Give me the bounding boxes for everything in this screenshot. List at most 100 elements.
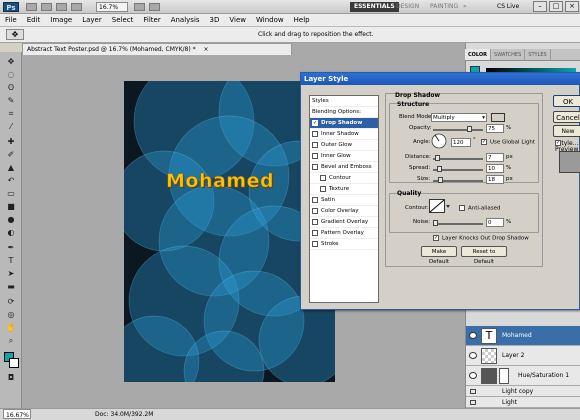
view-extras-icon[interactable] (56, 3, 67, 11)
eraser-tool-icon[interactable]: ▭ (4, 188, 18, 199)
gradient-tool-icon[interactable]: ■ (4, 201, 18, 212)
checkbox-unchecked-icon[interactable] (312, 218, 318, 225)
checkbox-unchecked-icon[interactable] (320, 185, 326, 192)
cancel-button[interactable]: Cancel (553, 111, 580, 123)
opacity-slider[interactable] (433, 129, 483, 131)
hand-tool-icon[interactable] (71, 3, 82, 11)
effect-contour[interactable]: Contour (310, 173, 378, 184)
layer-row-mohamed[interactable]: T Mohamed (466, 326, 580, 346)
effect-inner-glow[interactable]: Inner Glow (310, 151, 378, 162)
dodge-tool-icon[interactable]: ◐ (4, 227, 18, 238)
checkbox-unchecked-icon[interactable] (312, 196, 318, 203)
healing-brush-tool-icon[interactable]: ✚ (4, 136, 18, 147)
mini-bridge-icon[interactable] (41, 3, 52, 11)
effect-drop-shadow[interactable]: ✓ Drop Shadow (310, 118, 378, 129)
visibility-eye-icon[interactable] (469, 372, 477, 379)
layer-row-layer-2[interactable]: Layer 2 (466, 346, 580, 366)
history-brush-tool-icon[interactable]: ↶ (4, 175, 18, 186)
arrange-documents-icon[interactable] (134, 3, 145, 11)
menu-image[interactable]: Image (45, 14, 77, 26)
workspace-more[interactable]: » (459, 2, 471, 12)
shadow-color-swatch[interactable] (491, 113, 505, 122)
menu-layer[interactable]: Layer (77, 14, 107, 26)
angle-dial[interactable] (431, 133, 447, 149)
3d-rotate-tool-icon[interactable]: ⟳ (4, 296, 18, 307)
document-tab[interactable]: Abstract Text Poster.psd @ 16.7% (Mohame… (22, 43, 292, 55)
crop-tool-icon[interactable]: ⌗ (4, 108, 18, 119)
opacity-field[interactable]: 75 (486, 124, 504, 133)
quick-mask-icon[interactable]: ◘ (4, 372, 18, 383)
checkbox-unchecked-icon[interactable] (312, 152, 318, 159)
visibility-eye-icon[interactable] (469, 352, 477, 359)
effect-satin[interactable]: Satin (310, 195, 378, 206)
opacity-slider-knob[interactable] (466, 126, 472, 132)
effect-color-overlay[interactable]: Color Overlay (310, 206, 378, 217)
eyedropper-tool-icon[interactable]: ⁄ (4, 121, 18, 132)
noise-slider[interactable] (433, 223, 483, 225)
ok-button[interactable]: OK (553, 95, 580, 107)
menu-analysis[interactable]: Analysis (166, 14, 205, 26)
menu-3d[interactable]: 3D (205, 14, 225, 26)
effect-pattern-overlay[interactable]: Pattern Overlay (310, 228, 378, 239)
make-default-button[interactable]: Make Default (421, 246, 457, 265)
menu-help[interactable]: Help (289, 14, 315, 26)
blending-options-item[interactable]: Blending Options: Default (310, 107, 378, 126)
new-style-button[interactable]: New Style... (553, 125, 580, 147)
noise-slider-knob[interactable] (433, 220, 438, 226)
spread-slider-knob[interactable] (437, 166, 442, 172)
reset-to-default-button[interactable]: Reset to Default (461, 246, 507, 265)
tab-styles[interactable]: STYLES (525, 49, 551, 60)
contour-picker[interactable] (429, 199, 451, 213)
type-tool-icon[interactable]: T (4, 255, 18, 266)
menu-filter[interactable]: Filter (138, 14, 165, 26)
checkbox-unchecked-icon[interactable] (312, 229, 318, 236)
checkbox-unchecked-icon[interactable] (459, 205, 465, 211)
visibility-eye-icon[interactable] (469, 332, 477, 339)
checkbox-unchecked-icon[interactable] (312, 207, 318, 214)
knocks-out-checkbox[interactable]: ✓ Layer Knocks Out Drop Shadow (433, 235, 529, 242)
quick-select-tool-icon[interactable]: ✎ (4, 95, 18, 106)
effect-bevel-and-emboss[interactable]: Bevel and Emboss (310, 162, 378, 173)
checkbox-unchecked-icon[interactable] (312, 141, 318, 148)
background-color-swatch[interactable] (9, 358, 19, 368)
zoom-level-select[interactable]: 16.7% (96, 2, 128, 12)
use-global-light-checkbox[interactable]: ✓ Use Global Light (481, 139, 535, 146)
menu-edit[interactable]: Edit (22, 14, 46, 26)
menu-select[interactable]: Select (107, 14, 139, 26)
distance-field[interactable]: 7 (486, 153, 504, 162)
workspace-design[interactable]: DESIGN (392, 2, 423, 12)
spread-field[interactable]: 10 (486, 164, 504, 173)
size-field[interactable]: 18 (486, 175, 504, 184)
checkbox-checked-icon[interactable]: ✓ (312, 119, 318, 126)
pen-tool-icon[interactable]: ✒ (4, 242, 18, 253)
anti-aliased-checkbox[interactable]: Anti-aliased (459, 205, 500, 212)
noise-field[interactable]: 0 (486, 218, 504, 227)
menu-file[interactable]: File (0, 14, 22, 26)
hand-tool-icon-2[interactable]: ✋ (4, 322, 18, 333)
maximize-icon[interactable]: □ (549, 1, 563, 12)
clone-stamp-tool-icon[interactable]: ▲ (4, 162, 18, 173)
blend-mode-select[interactable]: Multiply ▾ (431, 113, 487, 122)
layer-row-light-copy[interactable]: Light copy (466, 386, 580, 397)
path-selection-tool-icon[interactable]: ➤ (4, 268, 18, 279)
brush-tool-icon[interactable]: ✐ (4, 149, 18, 160)
size-slider-knob[interactable] (438, 177, 443, 183)
effect-outer-glow[interactable]: Outer Glow (310, 140, 378, 151)
checkbox-unchecked-icon[interactable] (312, 240, 318, 247)
minimize-icon[interactable]: – (533, 1, 547, 12)
move-tool-icon[interactable]: ✥ (4, 56, 18, 67)
tab-color[interactable]: COLOR (465, 49, 492, 60)
menu-window[interactable]: Window (251, 14, 289, 26)
close-tab-icon[interactable]: × (204, 46, 209, 53)
shape-tool-icon[interactable]: ▬ (4, 281, 18, 292)
bridge-icon[interactable] (26, 3, 37, 11)
3d-camera-tool-icon[interactable]: ◎ (4, 309, 18, 320)
blur-tool-icon[interactable]: ● (4, 214, 18, 225)
cs-live-button[interactable]: CS Live (497, 3, 519, 10)
layer-row-hue-saturation[interactable]: Hue/Saturation 1 (466, 366, 580, 386)
distance-slider[interactable] (433, 158, 483, 160)
screen-mode-icon[interactable] (149, 3, 160, 11)
checkbox-checked-icon[interactable]: ✓ (481, 139, 487, 145)
effect-texture[interactable]: Texture (310, 184, 378, 195)
distance-slider-knob[interactable] (435, 155, 440, 161)
